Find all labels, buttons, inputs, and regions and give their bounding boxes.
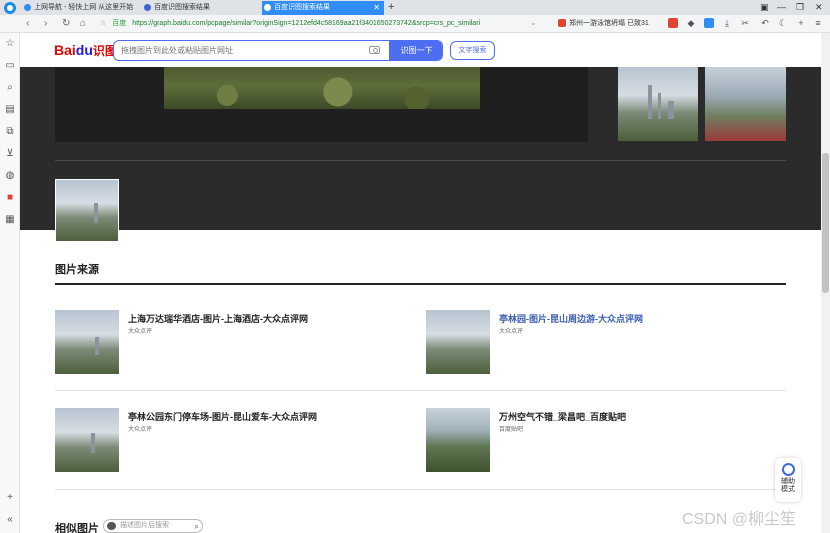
source-site: 大众点评: [128, 427, 153, 433]
search-icon[interactable]: ⌕: [4, 82, 16, 94]
search-icon[interactable]: ⌕: [195, 521, 199, 533]
source-thumbnail[interactable]: [426, 408, 490, 472]
source-thumbnail[interactable]: [55, 408, 119, 472]
extension-red-icon[interactable]: [668, 18, 678, 28]
forward-icon[interactable]: ›: [44, 16, 47, 32]
refresh-icon[interactable]: ↻: [62, 16, 70, 32]
source-result-item[interactable]: 万州空气不错_梁昌吧_百度贴吧 百度贴吧: [426, 408, 786, 474]
tab-baidu-image-1[interactable]: 百度识图搜索结果: [142, 1, 260, 15]
source-thumbnail[interactable]: [55, 310, 119, 374]
main-image-area: [55, 67, 588, 142]
favorites-star-icon[interactable]: ☆: [4, 38, 16, 50]
undo-icon[interactable]: ↶: [760, 18, 770, 28]
back-icon[interactable]: ‹: [26, 16, 29, 32]
image-url-input[interactable]: [114, 41, 389, 60]
bookmark-star-icon[interactable]: ☆: [100, 20, 106, 27]
cut-icon[interactable]: ✂: [740, 18, 750, 28]
image-search-box: 识图一下: [113, 40, 443, 61]
skin-icon[interactable]: ▣: [760, 0, 769, 14]
collapse-sidebar-icon[interactable]: «: [4, 514, 16, 526]
night-mode-icon[interactable]: ☾: [778, 18, 788, 28]
camera-icon[interactable]: [369, 46, 380, 54]
source-title-link[interactable]: 亭林园-图片-昆山周边游-大众点评网: [499, 312, 643, 325]
baidu-paw-icon: [144, 4, 151, 11]
watermark: CSDN @柳尘笙: [682, 511, 797, 528]
tab-bar: 上网导航 - 轻快上网 从这里开始 百度识图搜索结果 百度识图搜索结果 ✕ + …: [0, 0, 830, 15]
image-source-heading: 图片来源: [55, 264, 99, 276]
source-result-item[interactable]: 亭林公园东门停车场-图片-昆山爱车-大众点评网 大众点评: [55, 408, 415, 474]
address-bar: ‹ › ↻ ⌂ ☆ 百度 https://graph.baidu.com/pcp…: [0, 15, 830, 33]
browser-sidebar: ☆ ▭ ⌕ ▤ ⧉ ⊻ ◍ ■ ▦ + «: [0, 33, 20, 533]
extension-blue-icon[interactable]: [704, 18, 714, 28]
home-icon[interactable]: ⌂: [80, 16, 86, 32]
source-title-link[interactable]: 亭林公园东门停车场-图片-昆山爱车-大众点评网: [128, 410, 317, 423]
section-divider: [55, 283, 786, 285]
source-thumbnail[interactable]: [426, 310, 490, 374]
source-site: 百度贴吧: [499, 427, 524, 433]
close-window-icon[interactable]: ✕: [815, 0, 823, 14]
notes-icon[interactable]: ▦: [4, 214, 16, 226]
source-site: 大众点评: [128, 329, 153, 335]
tab-navigation[interactable]: 上网导航 - 轻快上网 从这里开始: [22, 1, 140, 15]
accessibility-icon: [781, 463, 795, 476]
row-divider: [55, 489, 786, 490]
baidu-header: Baidu识图 识图一下 文字搜索: [20, 33, 821, 67]
close-tab-icon[interactable]: ✕: [373, 1, 380, 14]
web-page: Baidu识图 识图一下 文字搜索 图片来源 上海万达瑞华酒店-图片-上海酒店-…: [20, 33, 821, 533]
scrollbar-thumb[interactable]: [822, 153, 829, 293]
divider: [55, 160, 786, 161]
minimize-icon[interactable]: —: [777, 0, 786, 14]
browser-logo-icon[interactable]: [4, 2, 16, 14]
url-text[interactable]: https://graph.baidu.com/pcpage/similar?o…: [132, 20, 480, 27]
restore-icon[interactable]: ❐: [796, 0, 804, 14]
similar-images-heading: 相似图片: [55, 523, 99, 533]
url-field[interactable]: ☆ 百度 https://graph.baidu.com/pcpage/simi…: [100, 16, 552, 32]
describe-image-search[interactable]: 描述图片后搜索 ⌕: [103, 519, 203, 533]
source-title-link[interactable]: 万州空气不错_梁昌吧_百度贴吧: [499, 410, 626, 423]
source-site: 大众点评: [499, 329, 524, 335]
source-result-item[interactable]: 亭林园-图片-昆山周边游-大众点评网 大众点评: [426, 310, 786, 376]
apps-icon[interactable]: ⧉: [4, 126, 16, 138]
news-ticker[interactable]: 郑州一游泳馆坍塌 已致31: [558, 16, 649, 32]
selected-thumbnail[interactable]: [55, 179, 119, 242]
url-dropdown-icon[interactable]: ⌄: [530, 15, 537, 31]
menu-icon[interactable]: ≡: [813, 18, 823, 28]
baidu-paw-icon: [264, 4, 271, 11]
text-search-button[interactable]: 文字搜索: [450, 41, 495, 60]
image-search-button[interactable]: 识图一下: [389, 41, 442, 60]
game-icon[interactable]: ◆: [686, 18, 696, 28]
source-title-link[interactable]: 上海万达瑞华酒店-图片-上海酒店-大众点评网: [128, 312, 308, 325]
cart-icon[interactable]: ⊻: [4, 148, 16, 160]
add-sidebar-icon[interactable]: +: [4, 492, 16, 504]
source-result-item[interactable]: 上海万达瑞华酒店-图片-上海酒店-大众点评网 大众点评: [55, 310, 415, 376]
download-icon[interactable]: ⤓: [722, 18, 732, 28]
game-pad-icon[interactable]: ▤: [4, 104, 16, 116]
query-image[interactable]: [164, 67, 480, 109]
row-divider: [55, 390, 786, 391]
image-avatar-icon: [107, 522, 116, 530]
tab-baidu-image-2[interactable]: 百度识图搜索结果 ✕: [262, 1, 384, 15]
site-security-label: 百度: [112, 20, 127, 27]
globe-icon: [24, 4, 31, 11]
baidu-shitu-logo[interactable]: Baidu识图: [54, 42, 117, 59]
red-app-icon[interactable]: ■: [4, 192, 16, 204]
reader-icon[interactable]: ▭: [4, 60, 16, 72]
assist-mode-button[interactable]: 辅助 模式: [775, 458, 801, 502]
new-tab-button[interactable]: +: [388, 0, 394, 14]
globe-icon[interactable]: ◍: [4, 170, 16, 182]
vertical-scrollbar[interactable]: [821, 33, 830, 533]
similar-thumbnail[interactable]: [705, 67, 786, 141]
image-viewer-panel: [20, 67, 821, 242]
similar-thumbnail[interactable]: [618, 67, 698, 141]
add-icon[interactable]: +: [796, 18, 806, 28]
news-icon: [558, 19, 566, 28]
